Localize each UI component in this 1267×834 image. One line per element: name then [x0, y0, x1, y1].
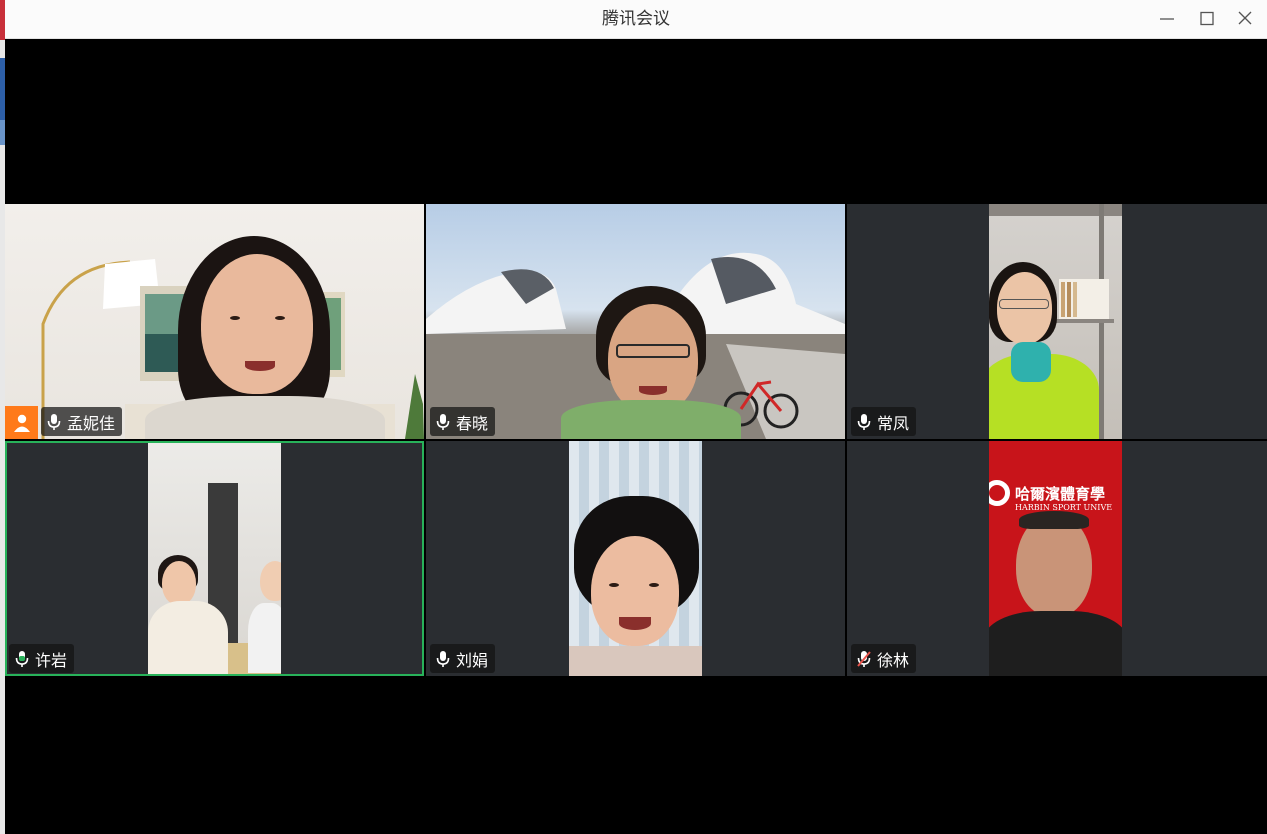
title-bar[interactable]: 腾讯会议 — [5, 0, 1267, 39]
participant-nametag: 刘娟 — [430, 644, 496, 673]
participant-name: 春晓 — [456, 413, 489, 433]
minimize-icon — [1160, 18, 1174, 20]
participant-name: 徐林 — [877, 650, 910, 670]
close-button[interactable] — [1233, 8, 1257, 30]
participant-tile[interactable]: 常凤 — [847, 204, 1267, 439]
microphone-speaking-icon — [15, 650, 29, 667]
person-body — [989, 611, 1122, 676]
person-scarf — [1011, 342, 1051, 382]
person-face — [608, 304, 698, 414]
person-glasses — [616, 344, 690, 358]
participant-tile[interactable]: 春晓 — [426, 204, 845, 439]
microphone-icon — [857, 413, 871, 430]
participant-tile[interactable]: 刘娟 — [426, 441, 845, 676]
host-badge — [5, 406, 38, 439]
participant-video — [569, 441, 702, 676]
participant-nametag: 春晓 — [430, 407, 496, 436]
window-title: 腾讯会议 — [602, 9, 670, 29]
participant-tile[interactable]: 哈爾濱體育學 HARBIN SPORT UNIVE 徐林 — [847, 441, 1267, 676]
participant-video: 哈爾濱體育學 HARBIN SPORT UNIVE — [989, 441, 1122, 676]
baby-face — [260, 561, 281, 601]
baby-body — [248, 603, 281, 673]
meeting-window: 腾讯会议 孟妮佳 春晓 常凤 许岩 刘娟 哈爾濱體育學 HARBIN SPORT… — [5, 0, 1267, 834]
participant-nametag: 徐林 — [851, 644, 917, 673]
participant-nametag: 孟妮佳 — [41, 407, 123, 436]
person-face — [162, 561, 196, 605]
participant-name: 刘娟 — [456, 650, 489, 670]
participant-name: 许岩 — [35, 650, 68, 670]
maximize-icon — [1200, 11, 1214, 26]
participant-video — [426, 204, 845, 439]
microphone-icon — [436, 413, 450, 430]
participant-nametag: 许岩 — [9, 644, 75, 673]
participant-name: 孟妮佳 — [67, 413, 116, 433]
person-body — [148, 601, 228, 674]
participant-video — [989, 204, 1122, 439]
banner-text-chinese: 哈爾濱體育學 — [1015, 485, 1106, 503]
microphone-icon — [436, 650, 450, 667]
participant-video — [5, 204, 424, 439]
person-glasses — [999, 299, 1049, 309]
video-grid: 孟妮佳 春晓 常凤 许岩 刘娟 哈爾濱體育學 HARBIN SPORT UNIV… — [5, 40, 1267, 834]
participant-video — [148, 443, 281, 674]
microphone-muted-icon — [857, 650, 871, 667]
participant-tile-active[interactable]: 许岩 — [5, 441, 424, 676]
person-hair — [1019, 511, 1089, 529]
host-icon — [13, 414, 30, 432]
minimize-button[interactable] — [1155, 8, 1179, 30]
person-body — [561, 400, 741, 439]
participant-tile[interactable]: 孟妮佳 — [5, 204, 424, 439]
participant-nametag: 常凤 — [851, 407, 917, 436]
close-icon — [1238, 11, 1252, 25]
microphone-icon — [47, 413, 61, 430]
maximize-button[interactable] — [1195, 8, 1219, 30]
banner-text-english: HARBIN SPORT UNIVE — [1015, 503, 1113, 512]
person-body — [145, 396, 385, 439]
person-face — [201, 254, 313, 394]
person-body — [569, 646, 702, 676]
participant-name: 常凤 — [877, 413, 910, 433]
